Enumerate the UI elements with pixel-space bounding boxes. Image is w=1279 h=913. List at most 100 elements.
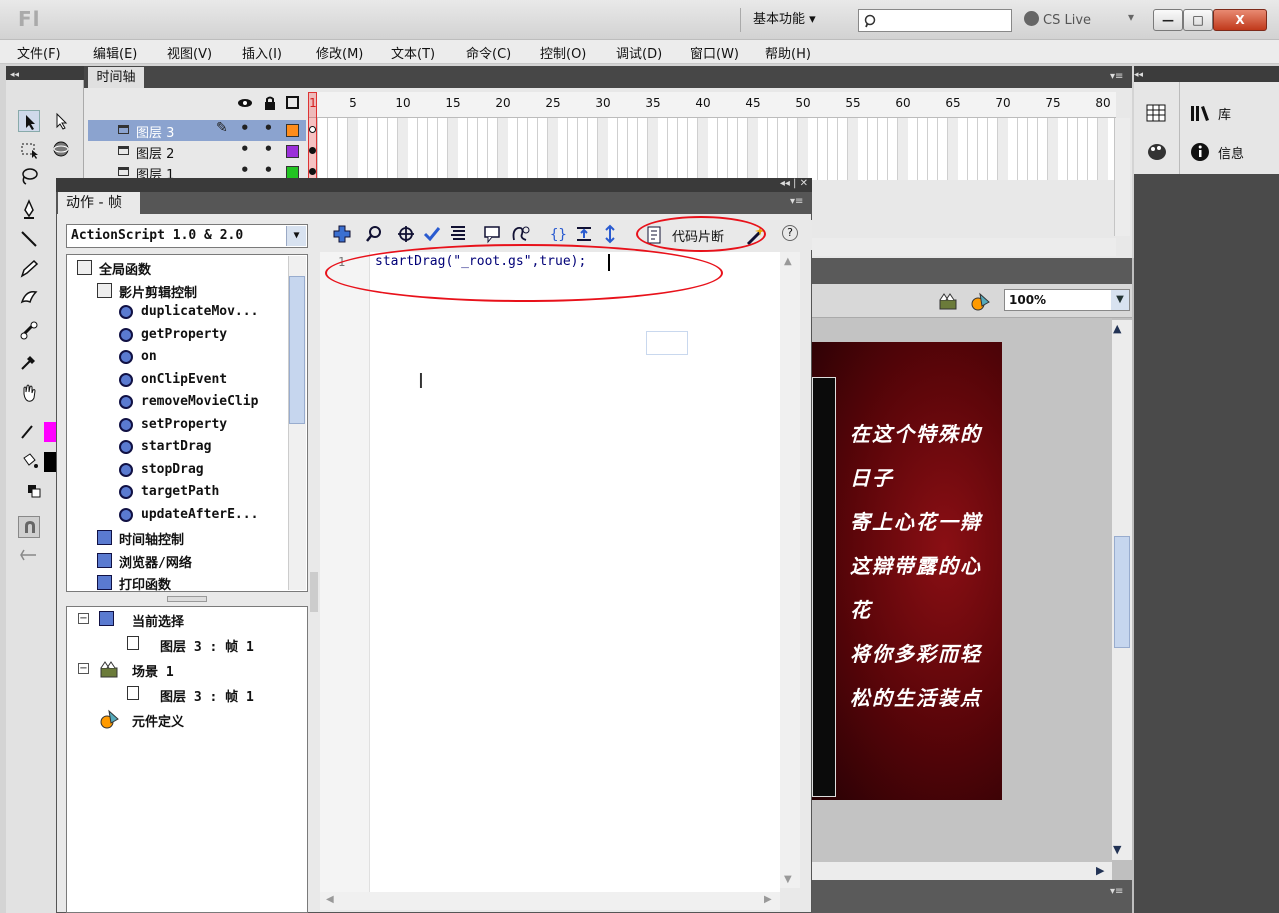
eye-icon[interactable] (236, 96, 254, 110)
lasso-tool-icon[interactable] (18, 166, 40, 188)
toolbox-item[interactable]: setProperty (67, 415, 287, 437)
scroll-right-icon[interactable]: ▶ (764, 894, 772, 905)
auto-format-icon[interactable] (448, 224, 468, 244)
menu-file[interactable]: 文件(F) (17, 43, 61, 62)
menu-control[interactable]: 控制(O) (540, 43, 586, 62)
layer-toggles[interactable]: •• (240, 161, 287, 179)
panel-splitter[interactable] (310, 572, 318, 612)
collapse-icon[interactable]: ◂◂ (1134, 70, 1143, 80)
actions-collapse-icon[interactable]: ◂◂ | ✕ (780, 178, 808, 189)
collapse-selection-icon[interactable] (574, 224, 594, 244)
add-statement-icon[interactable] (332, 224, 352, 244)
menu-window[interactable]: 窗口(W) (690, 43, 739, 62)
maximize-button[interactable]: □ (1183, 9, 1213, 31)
toolbox-item[interactable]: removeMovieClip (67, 392, 287, 414)
actions-menu-icon[interactable]: ▾≡ (790, 196, 803, 207)
collapse-toggle[interactable]: − (78, 663, 89, 674)
check-syntax-icon[interactable] (422, 224, 442, 244)
subselection-tool-icon[interactable] (50, 110, 72, 132)
close-button[interactable]: X (1213, 9, 1267, 31)
pencil-tool-icon[interactable] (18, 258, 40, 280)
toolbox-item[interactable]: 时间轴控制 (67, 527, 287, 549)
search-input[interactable] (858, 9, 1012, 32)
nav-symbol-definitions[interactable]: 元件定义 (132, 711, 184, 730)
find-icon[interactable] (364, 224, 384, 244)
toolbox-item[interactable]: on (67, 347, 287, 369)
align-icon[interactable] (1146, 104, 1166, 122)
collapse-icon[interactable]: ◂◂ (10, 70, 19, 80)
collapse-toggle[interactable]: − (78, 613, 89, 624)
collapse-braces-icon[interactable]: {} (548, 224, 568, 244)
hand-tool-icon[interactable] (18, 382, 40, 404)
toolbox-item[interactable]: startDrag (67, 437, 287, 459)
toolbox-splitter[interactable] (66, 594, 308, 604)
toolbox-item[interactable]: duplicateMov... (67, 302, 287, 324)
fill-color-icon[interactable] (18, 450, 40, 472)
keyframe[interactable] (309, 126, 316, 133)
color-icon[interactable] (1146, 142, 1168, 162)
scroll-left-icon[interactable]: ◀ (326, 894, 334, 905)
stage-vscroll-thumb[interactable] (1114, 536, 1130, 648)
menu-modify[interactable]: 修改(M) (316, 43, 363, 62)
nav-scene[interactable]: 场景 1 (132, 661, 174, 680)
actionscript-version-select[interactable]: ActionScript 1.0 & 2.0 ▼ (66, 224, 308, 248)
tools-panel-header[interactable]: ◂◂ (6, 66, 84, 80)
help-button[interactable]: ? (782, 225, 798, 241)
free-transform-tool-icon[interactable] (18, 138, 40, 160)
layer-outline-color[interactable] (286, 124, 299, 137)
frame-grid[interactable] (308, 118, 1116, 180)
toolbox-item[interactable]: 全局函数 (67, 257, 287, 279)
nav-current-selection[interactable]: 当前选择 (132, 611, 184, 630)
selection-tool-icon[interactable] (18, 110, 40, 132)
stage-hscrollbar[interactable] (810, 862, 1112, 880)
actions-panel-header[interactable]: ◂◂ | ✕ (56, 178, 812, 192)
snap-to-objects-icon[interactable] (18, 516, 40, 538)
layer-outline-color[interactable] (286, 145, 299, 158)
editor-vscrollbar[interactable] (780, 252, 800, 888)
toolbox-item[interactable]: 浏览器/网络 (67, 550, 287, 572)
toolbox-item[interactable]: stopDrag (67, 460, 287, 482)
timeline-ruler[interactable]: 5 10 15 20 25 30 35 40 45 50 55 60 65 70 75 80 1 (308, 92, 1116, 118)
deco-tool-icon[interactable] (18, 286, 40, 308)
zoom-select[interactable]: 100% ▼ (1004, 289, 1130, 311)
editor-hscrollbar[interactable] (320, 892, 780, 910)
keyframe[interactable] (309, 147, 316, 154)
toolbox-item[interactable]: 影片剪辑控制 (67, 280, 287, 302)
toolbox-item[interactable]: 打印函数 (67, 572, 287, 594)
menu-insert[interactable]: 插入(I) (242, 43, 282, 62)
scroll-up-icon[interactable]: ▲ (1113, 322, 1121, 335)
timeline-menu-icon[interactable]: ▾≡ (1110, 71, 1123, 82)
expand-all-icon[interactable] (600, 224, 620, 244)
tab-actions-frame[interactable]: 动作 - 帧 (58, 192, 140, 214)
lock-icon[interactable] (264, 96, 276, 110)
pen-tool-icon[interactable] (18, 198, 40, 220)
nav-current-frame[interactable]: 图层 3 : 帧 1 (160, 636, 254, 655)
scroll-up-icon[interactable]: ▲ (784, 256, 792, 267)
keyframe[interactable] (309, 168, 316, 175)
insert-target-path-icon[interactable] (396, 224, 416, 244)
layer-toggles[interactable]: •• (240, 140, 287, 158)
workspace-switcher[interactable]: 基本功能 ▾ (740, 8, 844, 32)
bone-tool-icon[interactable] (18, 320, 40, 342)
layer-row[interactable]: 图层 2 •• (88, 140, 306, 162)
timeline-vscrollbar[interactable] (1114, 118, 1130, 236)
bottom-panel-menu-icon[interactable]: ▾≡ (1110, 886, 1123, 897)
menu-view[interactable]: 视图(V) (167, 43, 212, 62)
menu-text[interactable]: 文本(T) (391, 43, 435, 62)
toolbox-scroll-thumb[interactable] (289, 276, 305, 424)
toolbox-item[interactable]: updateAfterE... (67, 505, 287, 527)
menu-debug[interactable]: 调试(D) (616, 43, 662, 62)
library-button[interactable]: 库 (1190, 104, 1231, 123)
debug-options-icon[interactable] (510, 224, 530, 244)
playhead[interactable] (308, 92, 317, 180)
layer-toggles[interactable]: •• (240, 119, 287, 137)
edit-scene-icon[interactable] (938, 292, 962, 312)
eyedropper-tool-icon[interactable] (18, 350, 40, 372)
toolbox-item[interactable]: getProperty (67, 325, 287, 347)
scroll-down-icon[interactable]: ▼ (1113, 843, 1121, 856)
menu-help[interactable]: 帮助(H) (765, 43, 811, 62)
smooth-icon[interactable] (18, 544, 40, 566)
fill-color-swatch[interactable] (44, 452, 56, 472)
3d-rotation-tool-icon[interactable] (50, 138, 72, 160)
swap-colors-icon[interactable] (24, 480, 46, 502)
